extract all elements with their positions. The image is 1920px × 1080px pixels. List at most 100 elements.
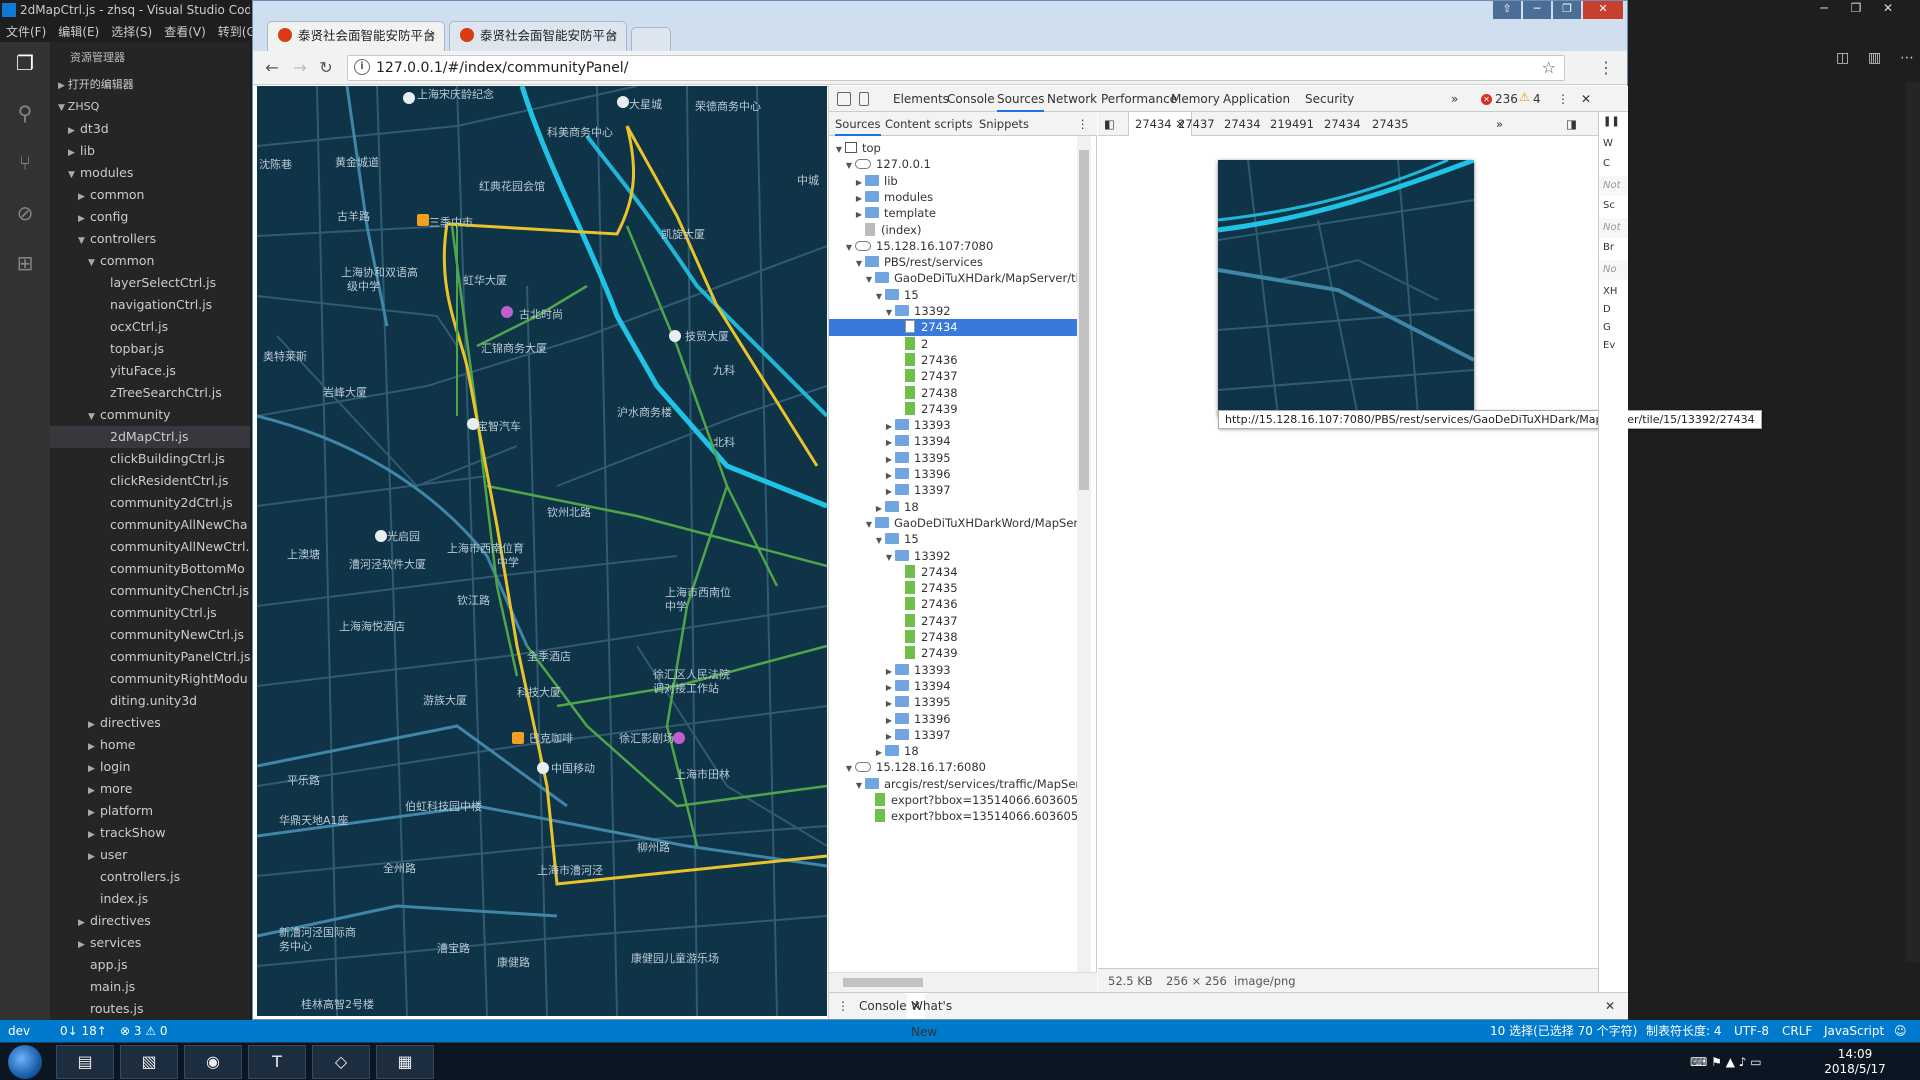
menu-item[interactable]: 选择(S) [105, 22, 158, 42]
navigator-hscrollbar[interactable] [829, 972, 1097, 992]
tree-item[interactable]: ▶ login [50, 756, 250, 778]
source-tree-item[interactable]: ▼ PBS/rest/services [829, 254, 1077, 270]
debug-icon[interactable]: ⊘ [12, 200, 38, 226]
tree-item[interactable]: ▶ user [50, 844, 250, 866]
devtools-tab-application[interactable]: Application [1223, 86, 1290, 112]
minimap[interactable] [1906, 82, 1920, 962]
expand-down-icon[interactable]: ▼ [853, 256, 865, 270]
source-tree-item[interactable]: ▼ GaoDeDiTuXHDarkWord/MapServ [829, 515, 1077, 531]
source-tree-item[interactable]: 27434 [829, 319, 1077, 336]
feedback-icon[interactable]: ☺ [1894, 1020, 1907, 1042]
expand-down-icon[interactable]: ▼ [873, 289, 885, 303]
device-toolbar-icon[interactable] [859, 92, 869, 106]
tree-item[interactable]: main.js [50, 976, 250, 998]
source-tree-item[interactable]: ▶ 13393 [829, 662, 1077, 678]
error-icon[interactable]: ✕ [1481, 94, 1492, 105]
chrome-close-button[interactable]: ✕ [1583, 1, 1623, 19]
source-tree-item[interactable]: ▼ 15 [829, 531, 1077, 547]
tree-item[interactable]: communityRightModu [50, 668, 250, 690]
tree-item[interactable]: ▶ more [50, 778, 250, 800]
map-location-marker[interactable] [537, 762, 549, 774]
tree-item[interactable]: ▶ services [50, 932, 250, 954]
editor-tab[interactable]: 27437 [1178, 112, 1215, 136]
map-poi-icon[interactable] [512, 732, 524, 744]
file-explorer-taskbar-icon[interactable]: ▤ [56, 1045, 114, 1079]
expand-right-icon[interactable]: ▶ [883, 713, 895, 727]
minimize-button[interactable]: ─ [1808, 0, 1840, 18]
git-branch[interactable]: dev [8, 1020, 30, 1042]
map-poi-icon[interactable] [403, 92, 415, 104]
map-poi-icon[interactable] [501, 306, 513, 318]
source-tree-item[interactable]: ▶ 13395 [829, 450, 1077, 466]
drawer-tab-console[interactable]: Console [859, 993, 907, 1019]
encoding-status[interactable]: UTF-8 [1734, 1020, 1769, 1042]
tree-item[interactable]: controllers.js [50, 866, 250, 888]
bookmark-star-icon[interactable]: ☆ [1542, 56, 1556, 80]
tab-close-icon[interactable]: ✕ [608, 22, 618, 50]
tree-item[interactable]: navigationCtrl.js [50, 294, 250, 316]
calendar-taskbar-icon[interactable]: ▦ [376, 1045, 434, 1079]
devtools-close-icon[interactable]: ✕ [1581, 86, 1591, 112]
source-tree-item[interactable]: (index) [829, 222, 1077, 238]
source-control-icon[interactable]: ⑂ [12, 150, 38, 176]
source-tree-item[interactable]: 27439 [829, 401, 1077, 417]
debugger-section[interactable]: C [1599, 154, 1628, 174]
map-poi-icon[interactable] [669, 330, 681, 342]
clock[interactable]: 14:09 2018/5/17 [1820, 1047, 1890, 1077]
expand-down-icon[interactable]: ▼ [833, 142, 845, 156]
browser-tab[interactable]: 泰贤社会面智能安防平台 ✕ [449, 21, 627, 51]
tab-content-scripts[interactable]: Content scripts [885, 112, 972, 136]
devtools-tab-console[interactable]: Console [947, 86, 995, 112]
source-tree-item[interactable]: ▶ 13397 [829, 727, 1077, 743]
devtools-tab-security[interactable]: Security [1305, 86, 1354, 112]
chrome-taskbar-icon[interactable]: ◉ [184, 1045, 242, 1079]
devtools-tab-network[interactable]: Network [1047, 86, 1097, 112]
tree-item[interactable]: ▶ platform [50, 800, 250, 822]
tree-item[interactable]: clickBuildingCtrl.js [50, 448, 250, 470]
tree-item[interactable]: communityBottomMo [50, 558, 250, 580]
expand-down-icon[interactable]: ▼ [873, 533, 885, 547]
expand-right-icon[interactable]: ▶ [853, 191, 865, 205]
source-tree-item[interactable]: ▼ arcgis/rest/services/traffic/MapServe [829, 776, 1077, 792]
tree-item[interactable]: clickResidentCtrl.js [50, 470, 250, 492]
tree-item[interactable]: communityPanelCtrl.js [50, 646, 250, 668]
source-tree-item[interactable]: 27436 [829, 352, 1077, 368]
source-tree-item[interactable]: 27437 [829, 613, 1077, 629]
source-tree-item[interactable]: ▶ modules [829, 189, 1077, 205]
tree-item[interactable]: ▼ modules [50, 162, 250, 184]
source-tree-item[interactable]: ▼ top [829, 140, 1077, 156]
layout-icon[interactable]: ▥ [1868, 50, 1881, 66]
drawer-menu-icon[interactable]: ⋮ [837, 993, 849, 1019]
source-tree-item[interactable]: ▼ 13392 [829, 548, 1077, 564]
tree-item[interactable]: ▼ common [50, 250, 250, 272]
toggle-debugger-icon[interactable]: ◨ [1566, 112, 1577, 136]
editor-tab[interactable]: 27434 [1224, 112, 1261, 136]
tree-item[interactable]: ▶ trackShow [50, 822, 250, 844]
map-poi-icon[interactable] [375, 530, 387, 542]
source-tree-item[interactable]: export?bbox=13514066.603605% [829, 792, 1077, 808]
source-tree-item[interactable]: ▶ 13396 [829, 466, 1077, 482]
source-tree-item[interactable]: ▼ 127.0.0.1 [829, 156, 1077, 172]
editor-tab[interactable]: 27434 [1324, 112, 1361, 136]
menu-item[interactable]: 文件(F) [0, 22, 52, 42]
source-tree-item[interactable]: ▶ 13393 [829, 417, 1077, 433]
source-tree-item[interactable]: ▶ 13397 [829, 482, 1077, 498]
debugger-section[interactable]: Sc [1599, 196, 1628, 216]
sync-status[interactable]: 0↓ 18↑ [60, 1020, 107, 1042]
debugger-section[interactable]: Ev [1599, 336, 1628, 356]
expand-right-icon[interactable]: ▶ [873, 745, 885, 759]
source-tree-item[interactable]: ▼ 13392 [829, 303, 1077, 319]
map-canvas[interactable]: 上海宋庆龄纪念 大星城 荣德商务中心 科美商务中心 黄金城道 沈陈巷 红典花园会馆 中城 古羊路… [257, 86, 827, 1016]
expand-right-icon[interactable]: ▶ [883, 419, 895, 433]
debugger-section[interactable]: G [1599, 318, 1628, 338]
tree-item[interactable]: communityNewCtrl.js [50, 624, 250, 646]
new-tab-button[interactable] [631, 27, 671, 51]
expand-right-icon[interactable]: ▶ [873, 501, 885, 515]
tree-item[interactable]: index.js [50, 888, 250, 910]
warning-count[interactable]: 4 [1533, 86, 1541, 112]
devtools-tab-performance[interactable]: Performance [1101, 86, 1177, 112]
tree-item[interactable]: app.js [50, 954, 250, 976]
tab-snippets[interactable]: Snippets [979, 112, 1029, 136]
expand-right-icon[interactable]: ▶ [853, 207, 865, 221]
chrome-minimize-button[interactable]: ─ [1523, 1, 1551, 19]
